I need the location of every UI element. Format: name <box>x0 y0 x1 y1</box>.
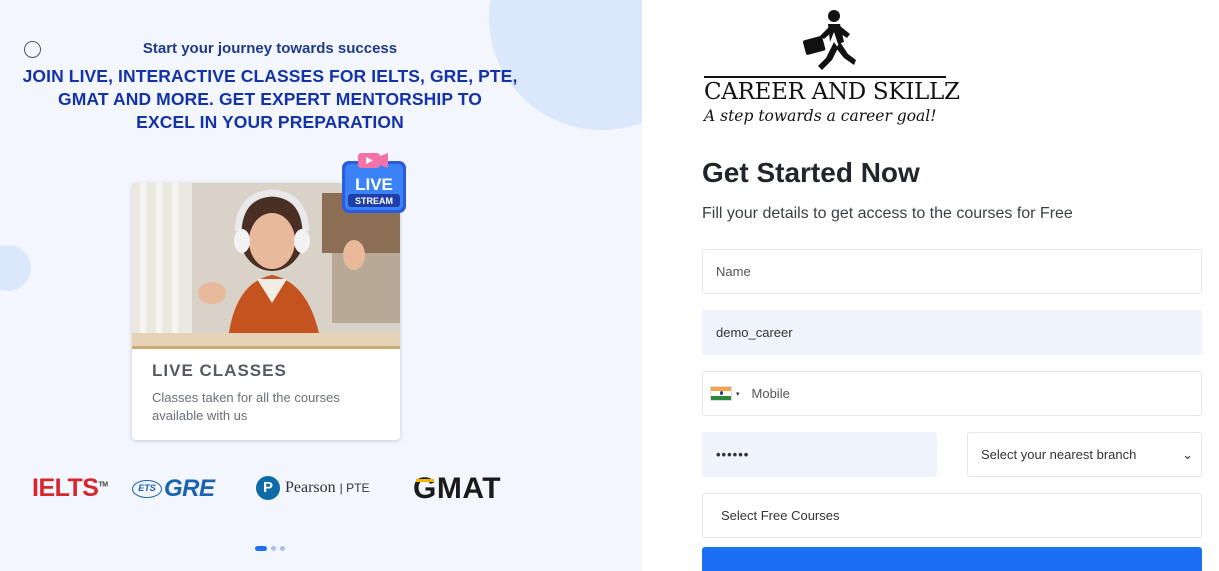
decorative-blob <box>0 245 31 291</box>
name-placeholder: Name <box>716 264 751 279</box>
name-field[interactable]: Name <box>702 249 1202 294</box>
pearson-icon: P <box>256 476 280 500</box>
ets-mark: ETS <box>132 480 162 498</box>
gre-logo: ETS GRE <box>132 474 215 504</box>
password-value: •••••• <box>716 447 750 462</box>
headline-line: EXCEL IN YOUR PREPARATION <box>136 112 404 132</box>
exam-logos: IELTSTM ETS GRE P Pearson | PTE GMAT <box>0 470 642 510</box>
promo-tagline: Start your journey towards success <box>142 40 398 57</box>
badge-stream-text: STREAM <box>355 196 393 206</box>
mobile-placeholder: Mobile <box>751 386 790 401</box>
live-classes-card: LIVE STREAM LIVE CLASSES Classes taken f… <box>132 153 406 440</box>
india-flag-icon[interactable] <box>710 386 732 401</box>
username-value: demo_career <box>716 325 793 340</box>
gmat-logo: GMAT <box>413 472 502 505</box>
courses-select-label: Select Free Courses <box>721 508 840 523</box>
chevron-down-icon: ⌄ <box>1182 446 1193 462</box>
running-man-icon <box>802 10 856 70</box>
page-subtitle: Fill your details to get access to the c… <box>702 205 1073 222</box>
page-title: Get Started Now <box>702 157 920 188</box>
pearson-pte-logo: P Pearson | PTE <box>256 476 369 500</box>
carousel-dot[interactable] <box>280 546 285 551</box>
brand-tagline: A step towards a career goal! <box>704 107 937 125</box>
brand-divider <box>704 76 946 78</box>
card-title: LIVE CLASSES <box>152 361 287 380</box>
branch-select[interactable]: Select your nearest branch ⌄ <box>967 432 1202 477</box>
headline-line: GMAT AND MORE. GET EXPERT MENTORSHIP TO <box>58 89 482 109</box>
carousel-dot[interactable] <box>255 546 267 551</box>
username-field[interactable]: demo_career <box>702 310 1202 355</box>
signup-page: Start your journey towards success JOIN … <box>0 0 1219 571</box>
pearson-text: Pearson <box>285 479 336 496</box>
promo-headline: JOIN LIVE, INTERACTIVE CLASSES FOR IELTS… <box>0 65 540 134</box>
free-courses-select[interactable]: Select Free Courses <box>702 493 1202 538</box>
carousel-dots <box>255 546 285 551</box>
card-description: Classes taken for all the courses availa… <box>152 390 340 423</box>
country-dropdown-caret-icon[interactable]: ▾ <box>736 390 740 398</box>
branch-select-label: Select your nearest branch <box>981 447 1137 462</box>
ielts-logo: IELTSTM <box>32 474 108 502</box>
submit-button[interactable] <box>702 547 1202 571</box>
brand-name: CAREER AND SKILLZ <box>704 79 960 105</box>
pte-text: | PTE <box>339 481 370 495</box>
password-field[interactable]: •••••• <box>702 432 937 477</box>
badge-live-text: LIVE <box>355 175 393 194</box>
brand-logo: CAREER AND SKILLZ A step towards a caree… <box>704 8 960 128</box>
headline-line: JOIN LIVE, INTERACTIVE CLASSES FOR IELTS… <box>22 66 518 86</box>
mobile-field[interactable]: ▾ Mobile <box>702 371 1202 416</box>
promo-panel: Start your journey towards success JOIN … <box>0 0 642 571</box>
gre-text: GRE <box>164 475 215 502</box>
live-stream-badge: LIVE STREAM <box>342 153 406 213</box>
signup-form-panel: CAREER AND SKILLZ A step towards a caree… <box>642 0 1219 571</box>
carousel-dot[interactable] <box>271 546 276 551</box>
